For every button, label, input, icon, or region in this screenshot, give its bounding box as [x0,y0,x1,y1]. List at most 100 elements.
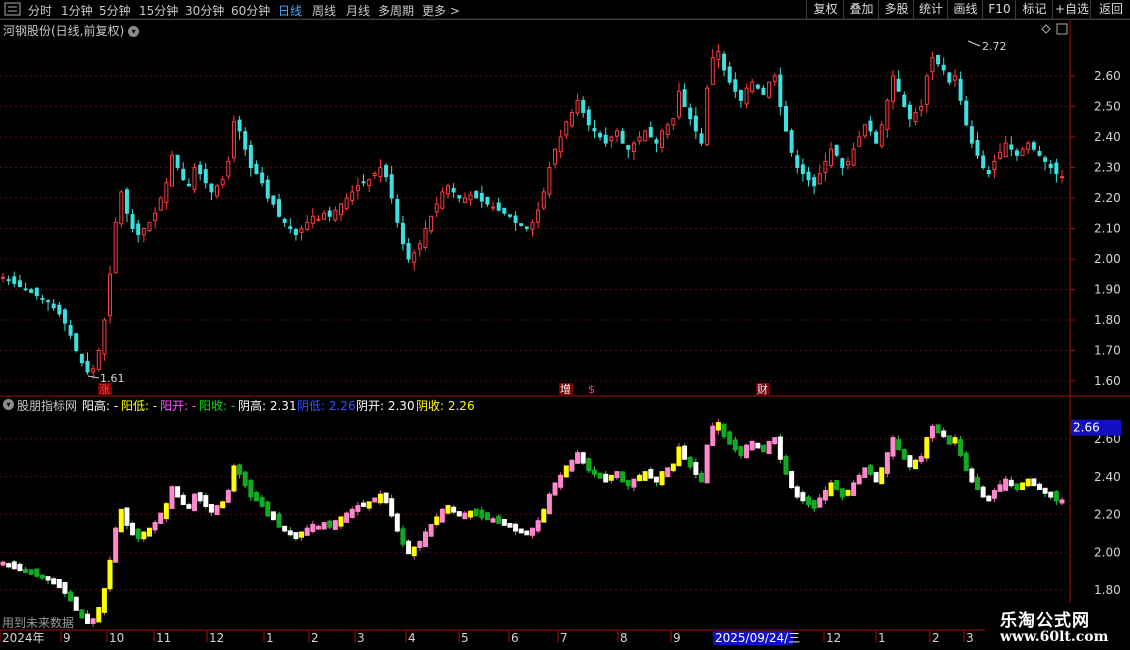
indicator-body [918,455,924,463]
indicator-body [744,444,750,459]
main-candle-body [564,121,569,136]
main-candle-body [462,197,467,204]
main-candle-body [829,148,834,166]
main-candle-body [727,66,732,83]
main-candle-body [767,81,772,98]
main-candle-body [1020,148,1025,156]
main-candle-body [502,207,507,214]
main-candle-body [96,350,101,370]
indicator-body [39,574,45,579]
indicator-body [698,472,704,483]
main-candle-body [434,203,439,213]
main-candle-body [907,104,912,120]
x-tick-label: 9 [673,631,681,645]
indicator-field-5: 阴低: 2.26 [297,399,356,413]
main-candle-body [857,136,862,147]
axis-labels: 2.60 2.50 2.40 2.30 2.20 2.10 2.00 1.90 1.80 1.70… [2,69,1121,645]
indicator-body [569,459,575,472]
main-candle-body [536,209,541,223]
indicator-body [558,474,564,488]
indicator-body [980,486,986,498]
main-candle-body [40,297,45,300]
main-candle-body [327,210,332,217]
indicator-body [969,468,975,483]
main-candle-body [716,51,721,60]
future-data-note: 用到未来数据 [2,616,75,630]
main-candle-body [823,160,828,173]
indicator-body [721,423,727,438]
main-candle-body [643,130,648,142]
main-candle-body [231,121,236,159]
main-candle-body [530,221,535,230]
main-candle-body [1054,162,1059,175]
main-candle-body [575,99,580,114]
indicator-body [603,473,609,483]
main-candle-body [12,276,17,284]
main-candle-body [879,124,884,147]
indicator-body [777,436,783,460]
main-candle-body [51,303,56,309]
indicator-body [197,492,203,502]
main-candle-body [220,179,225,186]
indicator-body [496,515,502,524]
main-candle-body [350,191,355,201]
main-candle-body [896,78,901,92]
indicator-body [11,561,17,570]
indicator-body [349,508,355,518]
indicator-body [958,439,964,456]
indicator-body [597,472,603,479]
indicator-body [941,430,947,438]
indicator-body [1048,491,1054,498]
x-tick-label: 1 [878,631,886,645]
indicator-body [575,452,581,464]
indicator-body [507,523,513,528]
indicator-field-0: 阳高: - [82,399,119,413]
main-candle-body [6,279,11,282]
indicator-body [276,513,282,528]
indicator-body [242,471,248,487]
main-candle-body [457,195,462,199]
main-candle-body [91,368,96,373]
main-candle-body [800,164,805,175]
main-candle-body [705,87,710,146]
main-candle-body [23,288,28,291]
main-candle-body [1003,142,1008,158]
main-candle-body [626,144,631,150]
indicator-body [265,501,271,517]
main-candle-body [254,163,259,175]
indicator-name[interactable]: 股朋指标网 [17,397,77,414]
indicator-body [163,503,169,520]
indicator-body [411,546,417,557]
main-candle-body [795,155,800,168]
indicator-menu-icon[interactable]: ▾ [3,397,17,411]
indicator-body [839,488,845,498]
x-tick-label: 2 [311,631,319,645]
indicator-body [789,470,795,489]
event-marker: $ [588,383,595,396]
main-candle-body [68,324,73,336]
indicator-field-3: 阳收: - [199,399,236,413]
main-candle-body [507,214,512,217]
indicator-body [682,445,688,460]
indicator-body [124,507,130,526]
x-tick-label: 10 [109,631,124,645]
x-tick-label: 8 [620,631,628,645]
indicator-body [1042,487,1048,494]
indicator-body [344,512,350,523]
main-candle-body [1026,142,1031,150]
main-candle-body [936,54,941,65]
indicator-body [180,494,186,506]
indicator-body [800,492,806,502]
indicator-body [693,462,699,475]
main-candle-body [243,131,248,150]
indicator-body [518,528,524,534]
main-candle-body [186,183,191,187]
main-y-tick-label: 1.60 [1094,374,1121,388]
indicator-body [304,527,310,536]
main-candle-body [260,172,265,184]
indicator-body [372,497,378,503]
kline-chart[interactable]: 2.60 2.50 2.40 2.30 2.20 2.10 2.00 1.90 1.80 1.70… [0,0,1130,650]
indicator-body [541,508,547,523]
indicator-body [118,508,124,533]
main-candle-body [479,192,484,202]
